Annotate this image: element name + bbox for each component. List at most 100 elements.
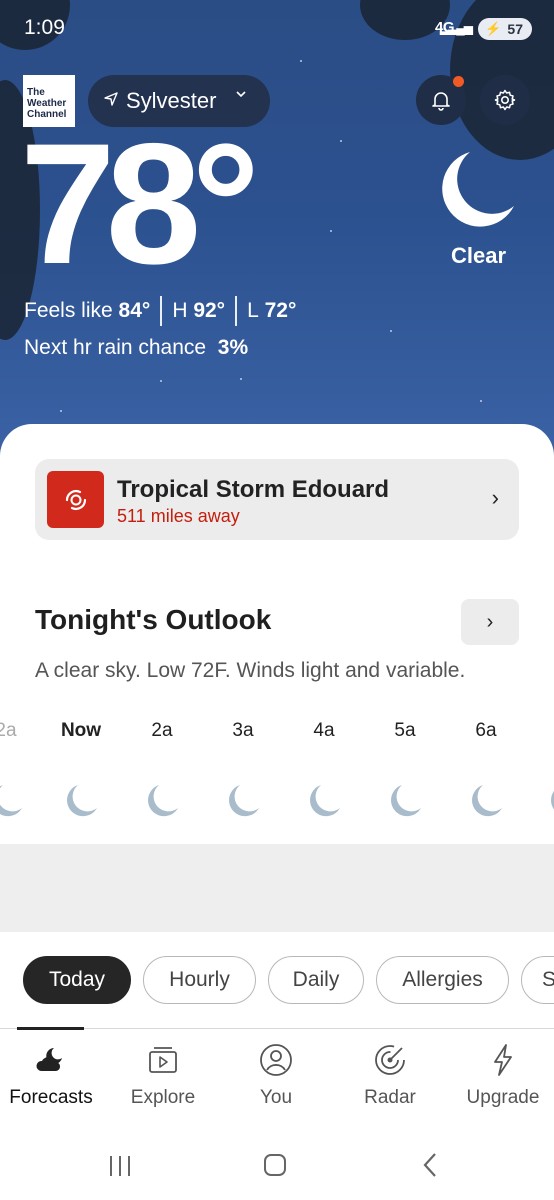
- low-value: 72°: [264, 299, 297, 322]
- hour-label: 4a: [313, 720, 335, 741]
- outlook-description: A clear sky. Low 72F. Winds light and va…: [35, 659, 466, 682]
- forecast-tabs[interactable]: Today Hourly Daily Allergies S: [0, 956, 554, 1006]
- hour-label: 6a: [475, 720, 497, 741]
- nav-you[interactable]: You: [221, 1043, 331, 1109]
- moon-icon: [148, 785, 178, 817]
- radar-icon: [375, 1045, 405, 1075]
- star: [480, 400, 482, 402]
- content-card: Tropical Storm Edouard 511 miles away › …: [0, 424, 554, 1034]
- star: [160, 380, 162, 382]
- battery-level: 57: [507, 21, 523, 37]
- nav-explore[interactable]: Explore: [108, 1043, 218, 1109]
- nav-forecasts[interactable]: Forecasts: [0, 1043, 106, 1109]
- hour-item[interactable]: 2a: [132, 720, 192, 818]
- moon-icon: [0, 785, 22, 817]
- moon-icon: [229, 785, 259, 817]
- feels-like-row: Feels like 84° H 92° L 72°: [24, 296, 296, 326]
- system-navigation-bar: [0, 1132, 554, 1200]
- star: [60, 410, 62, 412]
- lightning-icon: [494, 1044, 512, 1076]
- moon-icon: [472, 785, 502, 817]
- nav-radar[interactable]: Radar: [335, 1043, 445, 1109]
- feels-like-label: Feels like: [24, 299, 113, 322]
- hour-label: 2a: [151, 720, 173, 741]
- hour-item[interactable]: 6a: [456, 720, 516, 818]
- tab-more-label: S: [542, 968, 554, 991]
- divider: [235, 296, 238, 326]
- star: [340, 140, 342, 142]
- moon-icon: [67, 785, 97, 817]
- storm-alert-card[interactable]: Tropical Storm Edouard 511 miles away ›: [35, 459, 519, 540]
- hurricane-icon: [47, 471, 104, 528]
- hour-item[interactable]: Now: [51, 720, 111, 818]
- tab-more[interactable]: S: [521, 956, 554, 1004]
- alert-distance: 511 miles away: [117, 506, 240, 526]
- feels-like-value: 84°: [118, 299, 151, 322]
- high-value: 92°: [193, 299, 226, 322]
- nav-label: Upgrade: [466, 1087, 540, 1108]
- outlook-title: Tonight's Outlook: [35, 604, 272, 635]
- status-bar: 1:09 4G ▂▃▄▅ ⚡ 57: [24, 14, 532, 44]
- bottom-navigation: Forecasts Explore You Radar Upgrade: [0, 1027, 554, 1132]
- divider: [160, 296, 163, 326]
- outlook-details-button[interactable]: ›: [461, 599, 519, 645]
- star: [330, 230, 332, 232]
- star: [390, 330, 392, 332]
- back-icon[interactable]: [419, 1150, 441, 1180]
- nav-label: You: [259, 1087, 293, 1108]
- chevron-down-icon: [234, 87, 248, 106]
- tab-allergies[interactable]: Allergies: [376, 956, 509, 1004]
- settings-button[interactable]: [480, 75, 530, 125]
- active-tab-indicator: [17, 1027, 84, 1030]
- hour-item[interactable]: 4a: [294, 720, 354, 818]
- home-icon[interactable]: [262, 1150, 288, 1180]
- hour-item[interactable]: 3a: [213, 720, 273, 818]
- moon-icon: [391, 785, 421, 817]
- recents-icon[interactable]: [107, 1150, 133, 1180]
- tab-hourly[interactable]: Hourly: [143, 956, 256, 1004]
- hour-label: 5a: [394, 720, 416, 741]
- nav-upgrade[interactable]: Upgrade: [448, 1043, 554, 1109]
- current-temperature: 78°: [20, 108, 260, 300]
- star: [240, 378, 242, 380]
- alert-title: Tropical Storm Edouard: [117, 476, 390, 503]
- hour-item[interactable]: 5a: [375, 720, 435, 818]
- bell-icon: [432, 92, 450, 111]
- hour-label: 2a: [0, 720, 17, 741]
- hour-item[interactable]: [533, 720, 554, 818]
- notification-dot: [453, 76, 464, 87]
- rain-chance-row: Next hr rain chance 3%: [24, 336, 248, 360]
- high-label: H: [172, 299, 188, 322]
- star: [300, 60, 302, 62]
- hourly-strip[interactable]: 2a Now 2a 3a 4a 5a 6a: [0, 720, 554, 817]
- moon-icon: [310, 785, 340, 817]
- rain-value: 3%: [217, 336, 249, 359]
- moon-icon: [551, 790, 554, 810]
- user-icon: [260, 1044, 292, 1076]
- moon-icon: [442, 152, 514, 227]
- hour-item[interactable]: 2a: [0, 720, 36, 818]
- condition-text: Clear: [451, 243, 507, 268]
- status-time: 1:09: [24, 16, 65, 39]
- gear-icon: [494, 89, 516, 111]
- tab-daily[interactable]: Daily: [268, 956, 364, 1004]
- nav-label: Radar: [364, 1087, 416, 1108]
- rain-label: Next hr rain chance: [24, 336, 212, 359]
- tab-today[interactable]: Today: [23, 956, 131, 1004]
- hour-label: [533, 720, 554, 746]
- nav-label: Forecasts: [9, 1087, 93, 1108]
- hero-header: 1:09 4G ▂▃▄▅ ⚡ 57 The Weather Channel Sylv…: [0, 0, 554, 470]
- chevron-right-icon: ›: [486, 610, 494, 633]
- notifications-button[interactable]: [416, 75, 466, 125]
- hour-label: 3a: [232, 720, 254, 741]
- nav-label: Explore: [130, 1087, 196, 1108]
- cloud-moon-icon: [36, 1048, 62, 1071]
- chevron-right-icon: ›: [491, 485, 499, 510]
- signal-icon: ▂▃▄▅: [439, 21, 473, 35]
- hour-label: Now: [60, 720, 102, 741]
- ad-placeholder: [0, 844, 554, 932]
- battery-indicator: ⚡ 57: [478, 18, 532, 40]
- low-label: L: [247, 299, 259, 322]
- charging-icon: ⚡: [485, 21, 502, 36]
- video-icon: [149, 1047, 177, 1073]
